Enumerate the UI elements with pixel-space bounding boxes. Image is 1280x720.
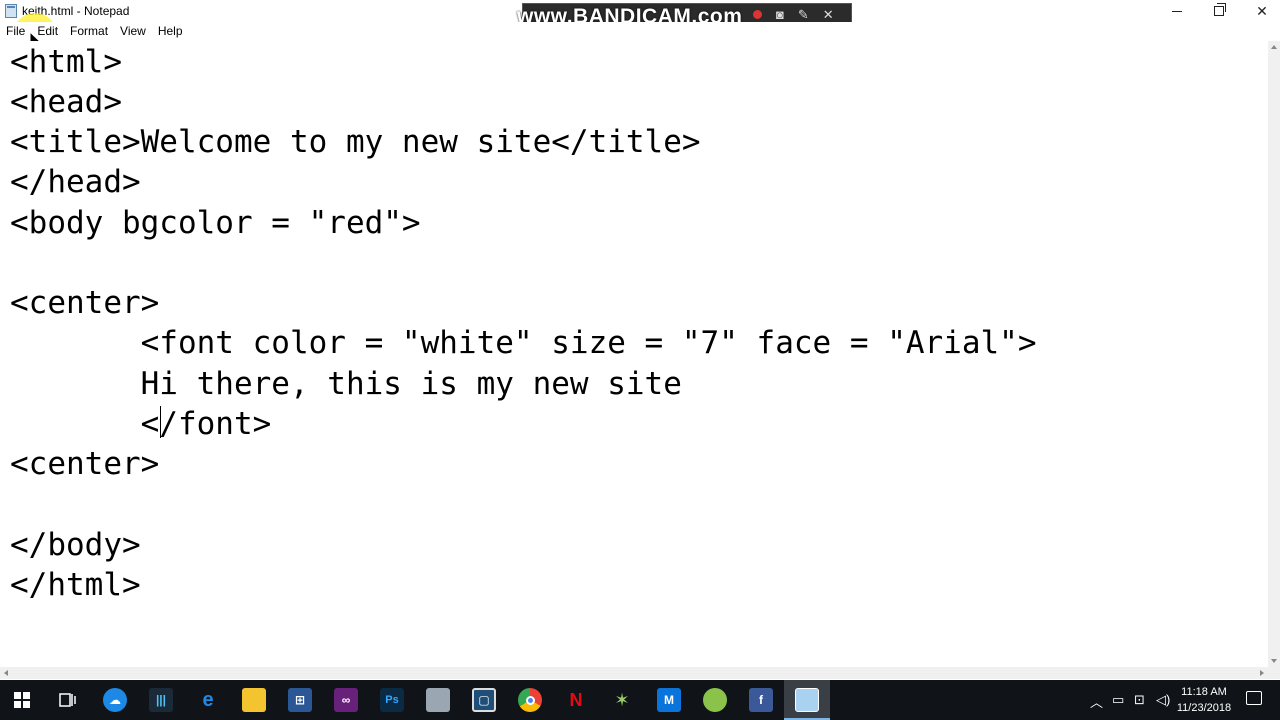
- minimize-icon: [1172, 10, 1182, 12]
- menu-format[interactable]: Format: [64, 22, 114, 41]
- record-icon[interactable]: [753, 9, 762, 19]
- editor-line-7: <center>: [10, 285, 160, 321]
- editor-line-11: <center>: [10, 446, 160, 482]
- windows-start-icon[interactable]: [10, 688, 34, 712]
- notifications-icon[interactable]: [1246, 691, 1262, 705]
- edge-icon[interactable]: e: [196, 688, 220, 712]
- close-icon: ✕: [1256, 2, 1268, 19]
- minimize-button[interactable]: [1155, 0, 1199, 22]
- photoshop-icon[interactable]: Ps: [380, 688, 404, 712]
- pencil-icon[interactable]: ✎: [798, 8, 809, 21]
- editor-line-5: <body bgcolor = "red">: [10, 205, 421, 241]
- editor-line-4: </head>: [10, 164, 141, 200]
- editor-line-13: </body>: [10, 527, 141, 563]
- menu-view[interactable]: View: [114, 22, 152, 41]
- menu-help[interactable]: Help: [152, 22, 189, 41]
- visual-studio-icon[interactable]: ∞: [334, 688, 358, 712]
- menu-bar: File Edit Format View Help: [0, 22, 1280, 41]
- clock-date: 11/23/2018: [1176, 702, 1232, 714]
- star-app-icon[interactable]: ✶: [610, 688, 634, 712]
- taskbar: ☁ ||| e ⊞ ∞ Ps ▢ N ✶ M f ︿ ▭ ⊡ ◁) 11:18 …: [0, 680, 1280, 720]
- system-clock[interactable]: 11:18 AM 11/23/2018: [1170, 684, 1238, 716]
- store-icon[interactable]: ⊞: [288, 688, 312, 712]
- folder-stack-icon[interactable]: [426, 688, 450, 712]
- battery-icon[interactable]: ▭: [1112, 692, 1124, 708]
- restore-icon: [1214, 3, 1226, 16]
- editor-line-3: <title>Welcome to my new site</title>: [10, 124, 701, 160]
- notepad-app-icon: [5, 4, 17, 18]
- text-editor[interactable]: <html> <head> <title>Welcome to my new s…: [0, 41, 1268, 667]
- editor-line-1: <html>: [10, 44, 122, 80]
- notepad-plus-icon[interactable]: [703, 688, 727, 712]
- text-caret: [160, 406, 161, 438]
- vertical-scrollbar[interactable]: [1268, 41, 1280, 667]
- scroll-up-icon[interactable]: [1271, 45, 1277, 49]
- file-explorer-icon[interactable]: [242, 688, 266, 712]
- scroll-down-icon[interactable]: [1271, 659, 1277, 663]
- restore-button[interactable]: [1197, 0, 1241, 22]
- scroll-corner: [1268, 667, 1280, 679]
- camera-icon[interactable]: ◙: [776, 8, 784, 21]
- horizontal-scrollbar[interactable]: [0, 667, 1268, 679]
- audio-app-icon[interactable]: |||: [149, 688, 173, 712]
- scroll-right-icon[interactable]: [1260, 670, 1264, 676]
- network-icon[interactable]: ⊡: [1134, 692, 1145, 708]
- cloud-app-icon[interactable]: ☁: [103, 688, 127, 712]
- scroll-left-icon[interactable]: [4, 670, 8, 676]
- chrome-icon[interactable]: [518, 688, 542, 712]
- editor-line-2: <head>: [10, 84, 122, 120]
- editor-line-8: <font color = "white" size = "7" face = …: [10, 325, 1037, 361]
- notepad-icon[interactable]: [795, 688, 819, 712]
- facebook-icon[interactable]: f: [749, 688, 773, 712]
- show-hidden-icons-icon[interactable]: ︿: [1090, 692, 1103, 711]
- bandicam-tools: ◙ ✎ ✕: [753, 4, 834, 24]
- netflix-icon[interactable]: N: [564, 688, 588, 712]
- outlook-icon[interactable]: M: [657, 688, 681, 712]
- editor-line-9: Hi there, this is my new site: [10, 366, 682, 402]
- editor-line-14: </html>: [10, 567, 141, 603]
- clock-time: 11:18 AM: [1181, 686, 1227, 698]
- menu-file[interactable]: File: [0, 22, 31, 41]
- editor-line-10: </font>: [10, 406, 272, 442]
- close-icon[interactable]: ✕: [823, 8, 834, 21]
- code-app-icon[interactable]: ▢: [472, 688, 496, 712]
- close-button[interactable]: ✕: [1240, 0, 1280, 22]
- task-view-icon[interactable]: [55, 688, 79, 712]
- volume-icon[interactable]: ◁): [1156, 692, 1170, 708]
